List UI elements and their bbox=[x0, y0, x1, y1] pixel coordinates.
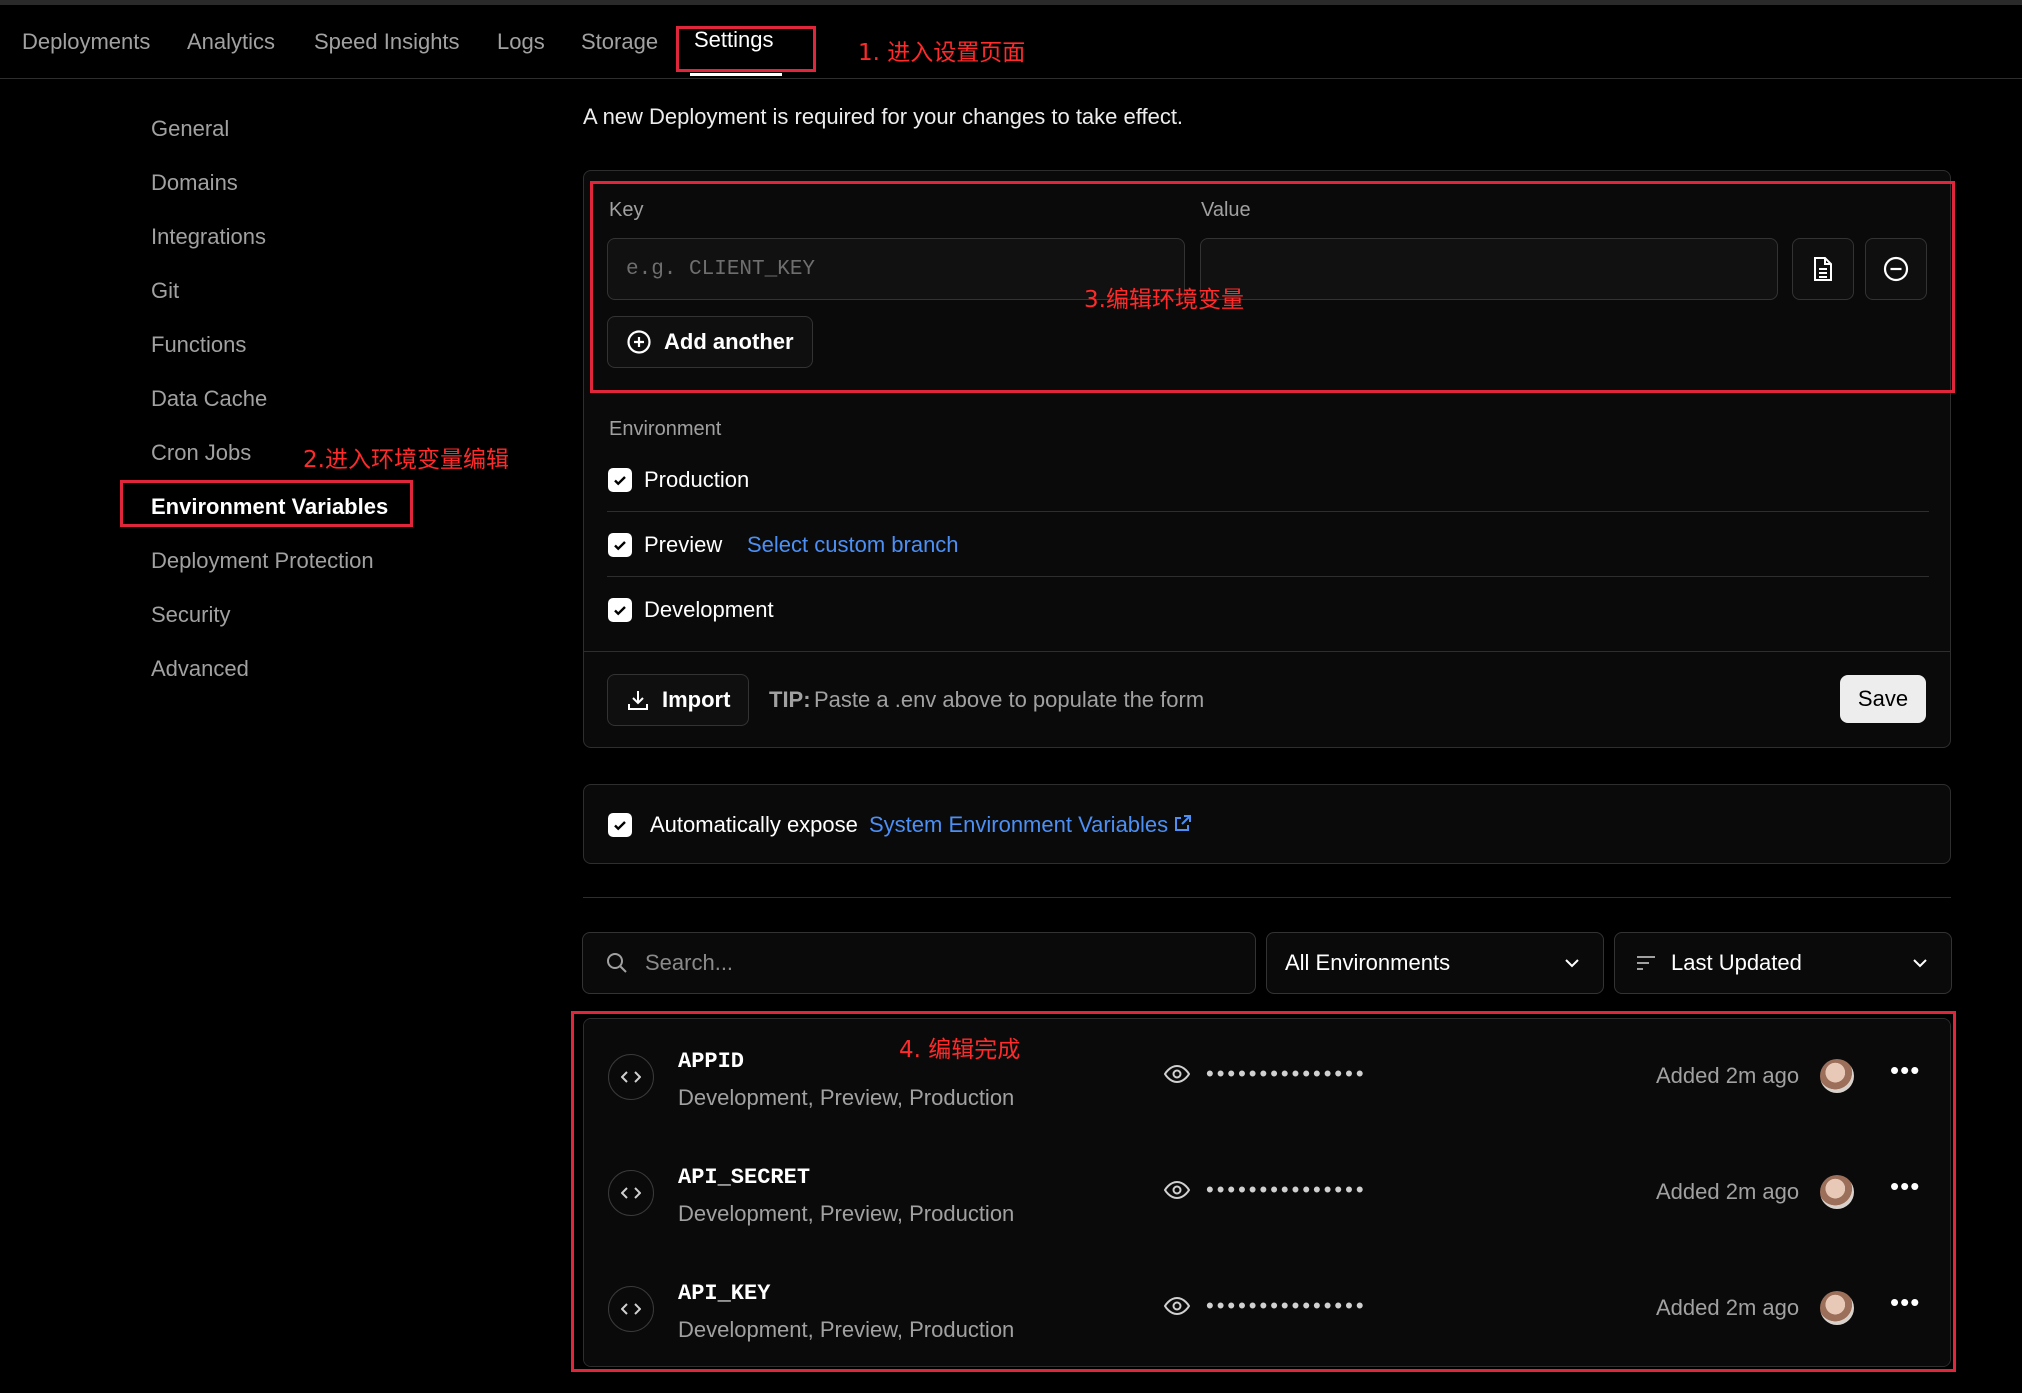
variable-environments: Development, Preview, Production bbox=[678, 1317, 1015, 1342]
chevron-down-icon bbox=[1565, 959, 1579, 968]
sidebar-item-domains[interactable]: Domains bbox=[151, 170, 238, 196]
avatar bbox=[1820, 1291, 1854, 1325]
added-time: Added 2m ago bbox=[1656, 1179, 1800, 1204]
document-icon bbox=[1814, 257, 1832, 281]
list-item[interactable]: API_SECRET Development, Preview, Product… bbox=[584, 1135, 1950, 1252]
external-link-icon bbox=[1175, 815, 1191, 831]
environment-filter-value: All Environments bbox=[1285, 950, 1451, 975]
avatar bbox=[1820, 1175, 1854, 1209]
paste-file-button[interactable] bbox=[1792, 238, 1854, 300]
tab-speed-insights[interactable]: Speed Insights bbox=[314, 29, 460, 55]
tab-logs[interactable]: Logs bbox=[497, 29, 545, 55]
eye-icon[interactable] bbox=[1164, 1180, 1190, 1200]
check-icon bbox=[614, 541, 626, 551]
more-options-icon[interactable]: ••• bbox=[1890, 1171, 1920, 1202]
variable-environments: Development, Preview, Production bbox=[678, 1085, 1015, 1110]
sidebar-item-general[interactable]: General bbox=[151, 116, 229, 142]
add-another-label: Add another bbox=[664, 329, 794, 354]
tab-deployments[interactable]: Deployments bbox=[22, 29, 150, 55]
variable-environments: Development, Preview, Production bbox=[678, 1201, 1015, 1226]
added-time: Added 2m ago bbox=[1656, 1295, 1800, 1320]
import-button[interactable]: Import bbox=[607, 674, 750, 726]
production-label: Production bbox=[644, 467, 750, 492]
masked-value: ••••••••••••••• bbox=[1206, 1177, 1367, 1202]
masked-value: ••••••••••••••• bbox=[1206, 1293, 1367, 1318]
sort-select[interactable]: Last Updated bbox=[1614, 932, 1952, 994]
tab-settings[interactable]: Settings bbox=[694, 27, 774, 53]
added-time: Added 2m ago bbox=[1656, 1063, 1800, 1088]
variable-key: API_SECRET bbox=[678, 1165, 811, 1190]
divider bbox=[607, 511, 1929, 512]
code-icon bbox=[608, 1170, 654, 1216]
annotation-step2: 2.进入环境变量编辑 bbox=[303, 447, 509, 473]
sidebar-item-environment-variables[interactable]: Environment Variables bbox=[151, 494, 388, 520]
search-icon bbox=[607, 953, 627, 973]
development-label: Development bbox=[644, 597, 774, 622]
list-item[interactable]: APPID Development, Preview, Production •… bbox=[584, 1019, 1950, 1136]
code-icon bbox=[608, 1054, 654, 1100]
avatar bbox=[1820, 1059, 1854, 1093]
variable-key: API_KEY bbox=[678, 1281, 771, 1306]
list-item[interactable]: API_KEY Development, Preview, Production… bbox=[584, 1251, 1950, 1366]
sidebar-item-security[interactable]: Security bbox=[151, 602, 230, 628]
annotation-step1: 1. 进入设置页面 bbox=[858, 40, 1026, 66]
production-checkbox[interactable] bbox=[608, 468, 632, 492]
more-options-icon[interactable]: ••• bbox=[1890, 1287, 1920, 1318]
environment-filter-select[interactable]: All Environments bbox=[1266, 932, 1604, 994]
check-icon bbox=[614, 821, 626, 831]
value-label: Value bbox=[1201, 199, 1251, 221]
card-footer-divider bbox=[584, 651, 1950, 652]
variables-list: APPID Development, Preview, Production •… bbox=[583, 1018, 1951, 1367]
minus-circle-icon bbox=[1883, 256, 1909, 282]
eye-icon[interactable] bbox=[1164, 1296, 1190, 1316]
tip-label: TIP: bbox=[769, 687, 811, 712]
redeploy-notice: A new Deployment is required for your ch… bbox=[583, 104, 1184, 129]
search-field[interactable]: Search... bbox=[582, 932, 1256, 994]
sidebar-item-functions[interactable]: Functions bbox=[151, 332, 246, 358]
chevron-down-icon bbox=[1913, 959, 1927, 968]
tab-storage[interactable]: Storage bbox=[581, 29, 658, 55]
code-icon bbox=[608, 1286, 654, 1332]
eye-icon[interactable] bbox=[1164, 1064, 1190, 1084]
sidebar-item-data-cache[interactable]: Data Cache bbox=[151, 386, 267, 412]
preview-checkbox[interactable] bbox=[608, 533, 632, 557]
expose-text: Automatically expose bbox=[650, 812, 858, 837]
expose-checkbox[interactable] bbox=[608, 813, 632, 837]
more-options-icon[interactable]: ••• bbox=[1890, 1055, 1920, 1086]
preview-label: Preview bbox=[644, 532, 723, 557]
active-tab-indicator bbox=[690, 73, 782, 76]
environment-label: Environment bbox=[609, 418, 722, 440]
section-divider bbox=[583, 897, 1951, 898]
sidebar-item-deployment-protection[interactable]: Deployment Protection bbox=[151, 548, 374, 574]
value-input[interactable] bbox=[1200, 238, 1778, 300]
search-input[interactable]: Search... bbox=[645, 950, 733, 976]
save-button[interactable]: Save bbox=[1840, 675, 1926, 723]
variable-key: APPID bbox=[678, 1049, 745, 1074]
check-icon bbox=[614, 606, 626, 616]
sidebar-item-git[interactable]: Git bbox=[151, 278, 179, 304]
key-label: Key bbox=[609, 199, 644, 221]
divider bbox=[607, 576, 1929, 577]
annotation-step4: 4. 编辑完成 bbox=[899, 1037, 1021, 1063]
sidebar-item-advanced[interactable]: Advanced bbox=[151, 656, 249, 682]
development-checkbox[interactable] bbox=[608, 598, 632, 622]
plus-circle-icon bbox=[627, 330, 651, 354]
annotation-step3: 3.编辑环境变量 bbox=[1084, 287, 1244, 313]
add-variable-card: Key Value e.g. CLIENT_KEY Add another En… bbox=[583, 170, 1951, 748]
add-another-button[interactable]: Add another bbox=[607, 316, 813, 368]
check-icon bbox=[614, 476, 626, 486]
expose-system-vars-card: Automatically expose System Environment … bbox=[583, 784, 1951, 864]
sort-icon bbox=[1637, 956, 1655, 970]
import-label: Import bbox=[662, 687, 731, 712]
sort-value: Last Updated bbox=[1671, 950, 1802, 975]
tip-text: Paste a .env above to populate the form bbox=[814, 687, 1205, 712]
masked-value: ••••••••••••••• bbox=[1206, 1061, 1367, 1086]
sidebar-item-integrations[interactable]: Integrations bbox=[151, 224, 266, 250]
sidebar-item-cron-jobs[interactable]: Cron Jobs bbox=[151, 440, 251, 466]
download-icon bbox=[628, 691, 648, 710]
tab-analytics[interactable]: Analytics bbox=[187, 29, 275, 55]
remove-row-button[interactable] bbox=[1865, 238, 1927, 300]
system-env-vars-link[interactable]: System Environment Variables bbox=[869, 812, 1168, 838]
select-custom-branch-link[interactable]: Select custom branch bbox=[747, 532, 959, 558]
